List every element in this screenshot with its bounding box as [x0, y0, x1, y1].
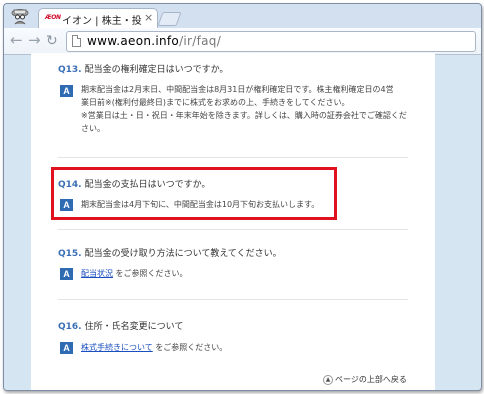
question-number: Q16.	[58, 322, 82, 332]
answer-suffix: をご参照ください。	[155, 343, 228, 352]
address-bar[interactable]: www.aeon.info/ir/faq/	[66, 31, 476, 52]
question-text: 配当金の支払日はいつですか。	[84, 180, 211, 190]
tab-aeon[interactable]: ÆON イオン | 株主・投資家の ×	[38, 8, 158, 29]
question-number: Q15.	[58, 249, 82, 259]
faq-question: Q14. 配当金の支払日はいつですか。	[58, 177, 210, 190]
answer-line: 期末配当金は4月下旬に、中間配当金は10月下旬お支払いします。	[81, 200, 320, 209]
page-icon	[72, 35, 81, 47]
url-host: www.aeon.info	[87, 34, 180, 48]
question-text: 住所・氏名変更について	[84, 322, 184, 332]
stock-procedures-link[interactable]: 株式手続きについて	[81, 343, 153, 352]
back-to-top-link[interactable]: ▲ ページの上部へ戻る	[323, 374, 407, 385]
red-highlight-box	[51, 167, 337, 220]
dividend-status-link[interactable]: 配当状況	[81, 269, 113, 278]
faq-panel: Q13. 配当金の権利確定日はいつですか。 A 期末配当金は2月末日、中間配当金は…	[31, 53, 435, 390]
tab-title: イオン | 株主・投資家の	[62, 16, 142, 27]
answer-line: ※営業日は土・日・祝日・年末年始を除きます。詳しくは、購入時の証券会社でご確認く…	[81, 111, 407, 120]
arrow-up-circle-icon: ▲	[323, 374, 333, 385]
faq-question: Q16. 住所・氏名変更について	[58, 319, 183, 332]
back-arrow-icon[interactable]: ←	[10, 32, 23, 48]
answer-badge: A	[60, 268, 73, 280]
url-path: /ir/faq/	[179, 34, 222, 48]
aeon-favicon-icon: ÆON	[45, 14, 61, 21]
title-bar: ÆON イオン | 株主・投資家の ×	[4, 4, 481, 29]
faq-answer: 株式手続きについて をご参照ください。	[81, 341, 227, 354]
browser-window: ÆON イオン | 株主・投資家の × ← → ↻ www.aeon.info/…	[3, 3, 482, 391]
faq-question: Q15. 配当金の受け取り方法について教えてください。	[58, 246, 282, 259]
answer-suffix: をご参照ください。	[115, 269, 188, 278]
back-to-top-label: ページの上部へ戻る	[335, 375, 407, 384]
divider	[58, 299, 408, 300]
question-text: 配当金の受け取り方法について教えてください。	[84, 249, 282, 259]
answer-badge: A	[60, 199, 73, 211]
faq-question: Q13. 配当金の権利確定日はいつですか。	[58, 62, 228, 75]
forward-arrow-icon[interactable]: →	[28, 32, 41, 48]
answer-badge: A	[60, 85, 73, 97]
user-avatar-icon[interactable]	[9, 7, 31, 25]
question-text: 配当金の権利確定日はいつですか。	[84, 65, 229, 75]
answer-line: 期末配当金は2月末日、中間配当金は8月31日が権利確定日です。株主権利確定日の4…	[81, 85, 394, 94]
answer-line: さい。	[81, 124, 105, 133]
reload-icon[interactable]: ↻	[46, 33, 58, 49]
divider	[58, 229, 408, 230]
close-icon[interactable]: ×	[144, 11, 153, 24]
divider	[58, 157, 408, 158]
page-content: Q13. 配当金の権利確定日はいつですか。 A 期末配当金は2月末日、中間配当金は…	[4, 53, 481, 390]
new-tab-icon[interactable]	[157, 12, 182, 26]
faq-answer: 期末配当金は2月末日、中間配当金は8月31日が権利確定日です。株主権利確定日の4…	[81, 83, 407, 135]
faq-answer: 配当状況 をご参照ください。	[81, 267, 188, 280]
url-text[interactable]: www.aeon.info/ir/faq/	[87, 34, 221, 48]
answer-line: 業日前※(権利付最終日)までに株式をお求めの上、手続きをしてください。	[81, 98, 350, 107]
question-number: Q14.	[58, 180, 82, 190]
question-number: Q13.	[58, 65, 82, 75]
faq-answer: 期末配当金は4月下旬に、中間配当金は10月下旬お支払いします。	[81, 198, 319, 211]
toolbar: ← → ↻ www.aeon.info/ir/faq/	[4, 28, 481, 55]
answer-badge: A	[60, 342, 73, 354]
